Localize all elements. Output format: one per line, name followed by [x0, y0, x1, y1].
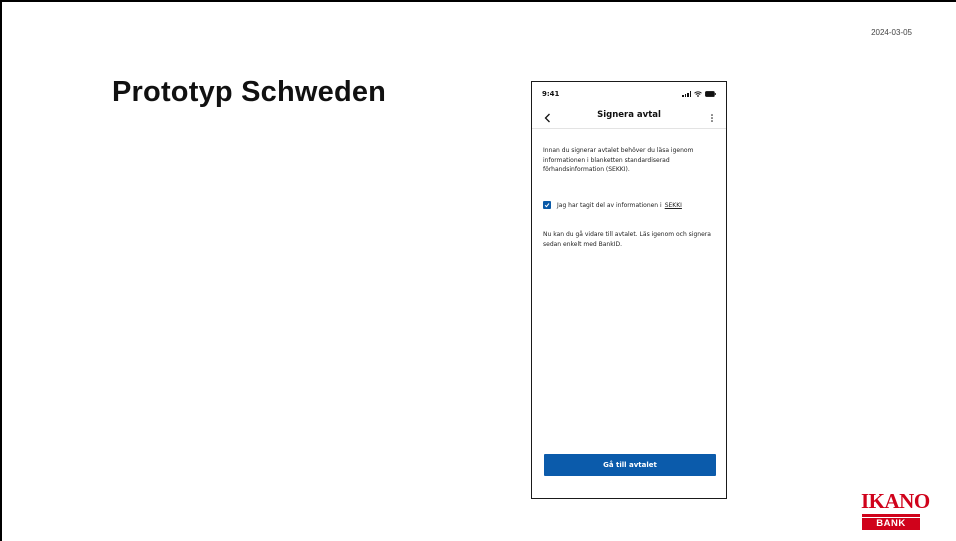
logo-divider [862, 514, 920, 517]
info-text: Innan du signerar avtalet behöver du läs… [543, 147, 694, 174]
sekki-link[interactable]: SEKKI [665, 202, 682, 209]
sekki-checkbox[interactable] [543, 201, 551, 209]
phone-mockup: 9:41 Signera avtal Innan du signerar avt… [531, 81, 727, 499]
checkbox-label: Jag har tagit del av informationen i [557, 201, 662, 209]
more-vertical-icon[interactable] [710, 109, 714, 122]
status-icons [682, 90, 716, 98]
nav-bar: Signera avtal [532, 104, 726, 129]
slide: 2024-03-05 Prototyp Schweden 9:41 Signer… [0, 0, 956, 541]
slide-date: 2024-03-05 [871, 28, 912, 37]
next-step-text: Nu kan du gå vidare till avtalet. Läs ig… [543, 231, 711, 248]
slide-title: Prototyp Schweden [112, 76, 387, 108]
go-to-agreement-button[interactable]: Gå till avtalet [544, 454, 716, 476]
signal-icon [682, 91, 691, 97]
status-time: 9:41 [542, 90, 560, 98]
wifi-icon [694, 91, 702, 97]
status-bar: 9:41 [532, 82, 726, 104]
logo-subtext: BANK [862, 518, 920, 530]
battery-icon [705, 91, 716, 97]
ikano-bank-logo: IKANO BANK [861, 489, 930, 531]
logo-wordmark: IKANO [861, 489, 930, 513]
sekki-consent-row: Jag har tagit del av informationen i SEK… [543, 201, 723, 209]
nav-title: Signera avtal [597, 110, 661, 120]
